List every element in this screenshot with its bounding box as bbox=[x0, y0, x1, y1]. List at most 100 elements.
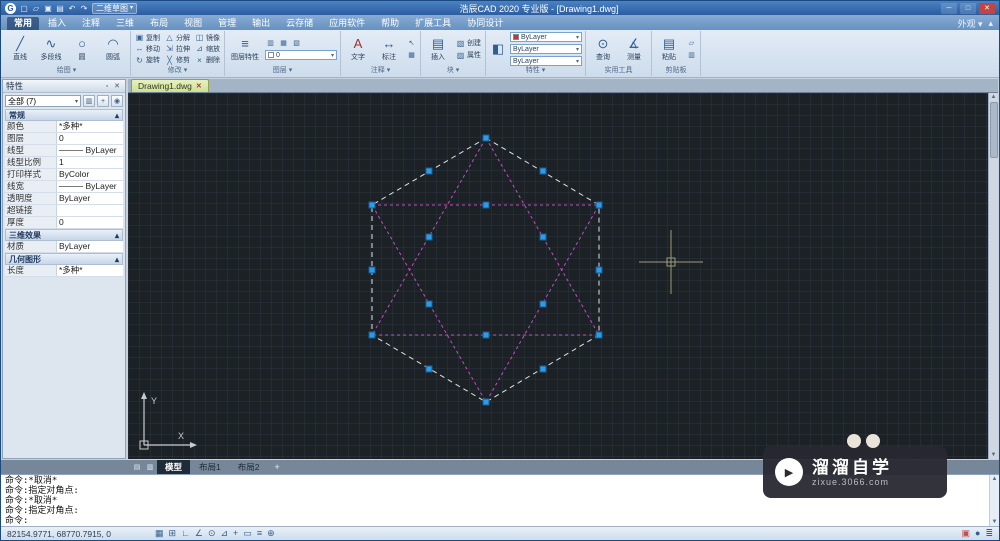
measure-button[interactable]: ∡ 测量 bbox=[620, 32, 648, 66]
stretch-button[interactable]: ⇲ 拉伸 bbox=[164, 43, 191, 54]
lineweight-control[interactable]: ByLayer ▾ bbox=[510, 56, 582, 66]
grip-handle[interactable] bbox=[539, 167, 547, 175]
grip-handle[interactable] bbox=[482, 134, 490, 142]
block-group-label[interactable]: 块 ▾ bbox=[424, 66, 482, 76]
selected-hexagon-polyline[interactable] bbox=[371, 137, 600, 403]
grip-handle[interactable] bbox=[425, 233, 433, 241]
scroll-down-icon[interactable]: ▼ bbox=[992, 519, 998, 525]
status-toggle-icon[interactable]: + bbox=[233, 528, 238, 539]
toggle-value-button[interactable]: ▥ bbox=[83, 95, 95, 107]
create-block-button[interactable]: ▧ 创建 bbox=[455, 38, 482, 48]
status-toggle-icon[interactable]: ⊿ bbox=[221, 528, 229, 539]
ribbon-tab[interactable]: 三维 bbox=[109, 17, 141, 30]
status-toggle-icon[interactable]: ⊕ bbox=[267, 528, 275, 539]
ribbon-tab[interactable]: 注释 bbox=[75, 17, 107, 30]
collapse-ribbon-icon[interactable]: ▴ bbox=[988, 18, 993, 29]
property-value[interactable]: ByLayer bbox=[57, 193, 123, 204]
star-triangle-up[interactable] bbox=[371, 136, 600, 336]
vertical-scrollbar[interactable]: ▲ ▼ bbox=[988, 93, 998, 459]
status-toggle-icon[interactable]: ▭ bbox=[243, 528, 252, 539]
utilities-group-label[interactable]: 实用工具 bbox=[589, 66, 648, 76]
property-value[interactable]: 1 bbox=[57, 157, 123, 168]
property-value[interactable]: ──── ByLayer bbox=[57, 181, 123, 192]
grip-handle[interactable] bbox=[368, 266, 376, 274]
line-button[interactable]: ╱ 直线 bbox=[6, 32, 34, 66]
grip-handle[interactable] bbox=[595, 331, 603, 339]
property-value[interactable]: *多种* bbox=[57, 265, 123, 276]
mirror-button[interactable]: ◫ 镜像 bbox=[194, 32, 221, 43]
ribbon-tab[interactable]: 输出 bbox=[245, 17, 277, 30]
layer-tool-icon[interactable]: ▦ bbox=[278, 38, 289, 48]
tab-layout2[interactable]: 布局2 bbox=[230, 460, 268, 474]
maximize-button[interactable]: □ bbox=[960, 2, 976, 14]
status-toggle-icon[interactable]: ⊙ bbox=[208, 528, 216, 539]
grip-handle[interactable] bbox=[482, 201, 490, 209]
property-value[interactable]: 0 bbox=[57, 217, 123, 228]
ribbon-tab[interactable]: 帮助 bbox=[374, 17, 406, 30]
property-value[interactable]: 0 bbox=[57, 133, 123, 144]
property-value[interactable]: *多种* bbox=[57, 121, 123, 132]
command-scrollbar[interactable]: ▲ ▼ bbox=[989, 475, 999, 526]
close-icon[interactable]: ✕ bbox=[112, 82, 122, 90]
dimension-button[interactable]: ↔ 标注 bbox=[375, 32, 403, 66]
grip-handle[interactable] bbox=[482, 331, 490, 339]
annotate-tool-icon[interactable]: ▦ bbox=[406, 50, 417, 60]
polyline-button[interactable]: ∿ 多段线 bbox=[37, 32, 65, 66]
close-button[interactable]: ✕ bbox=[979, 2, 995, 14]
text-button[interactable]: A 文字 bbox=[344, 32, 372, 66]
paste-button[interactable]: ▤ 粘贴 bbox=[655, 32, 683, 66]
property-row[interactable]: 超链接 bbox=[5, 205, 123, 217]
status-right-icon[interactable]: ● bbox=[975, 528, 980, 539]
scale-button[interactable]: ⊿ 缩放 bbox=[194, 43, 221, 54]
grip-handle[interactable] bbox=[595, 201, 603, 209]
ribbon-tab[interactable]: 管理 bbox=[211, 17, 243, 30]
ribbon-tab[interactable]: 插入 bbox=[41, 17, 73, 30]
color-control[interactable]: ByLayer ▾ bbox=[510, 32, 582, 42]
layer-tool-icon[interactable]: ▥ bbox=[265, 38, 276, 48]
circle-button[interactable]: ○ 圆 bbox=[68, 32, 96, 66]
ribbon-tab[interactable]: 应用软件 bbox=[322, 17, 372, 30]
annotate-tool-icon[interactable]: ↖ bbox=[406, 38, 417, 48]
pin-icon[interactable]: ▫ bbox=[102, 83, 112, 90]
property-row[interactable]: 线宽 ──── ByLayer bbox=[5, 181, 123, 193]
clipboard-group-label[interactable]: 剪贴板 bbox=[655, 66, 697, 76]
minimize-button[interactable]: ─ bbox=[941, 2, 957, 14]
status-toggle-icon[interactable]: ∠ bbox=[195, 528, 203, 539]
status-toggle-icon[interactable]: ≡ bbox=[257, 528, 262, 539]
document-tab[interactable]: Drawing1.dwg ✕ bbox=[131, 79, 209, 92]
quick-select-button[interactable]: + bbox=[97, 95, 109, 107]
quick-access-icon[interactable]: ↶ bbox=[67, 4, 77, 13]
trim-button[interactable]: ╳ 修剪 bbox=[164, 55, 191, 66]
grip-handle[interactable] bbox=[368, 201, 376, 209]
property-row[interactable]: 透明度 ByLayer bbox=[5, 193, 123, 205]
rotate-button[interactable]: ↻ 旋转 bbox=[134, 55, 161, 66]
section-general-header[interactable]: 常规 ▴ bbox=[5, 109, 123, 121]
scrollbar-thumb[interactable] bbox=[989, 102, 998, 158]
copy-button[interactable]: ▣ 复制 bbox=[134, 32, 161, 43]
property-value[interactable] bbox=[57, 205, 123, 216]
inquiry-button[interactable]: ⊙ 查询 bbox=[589, 32, 617, 66]
linetype-control[interactable]: ByLayer ▾ bbox=[510, 44, 582, 54]
property-row[interactable]: 线型 ──── ByLayer bbox=[5, 145, 123, 157]
modify-group-label[interactable]: 修改 ▾ bbox=[134, 66, 221, 76]
layout-nav-icon[interactable]: ▤ bbox=[131, 463, 143, 471]
grip-handle[interactable] bbox=[368, 331, 376, 339]
quick-access-icon[interactable]: ▤ bbox=[55, 4, 65, 13]
layout-nav-icon[interactable]: ▥ bbox=[144, 463, 156, 471]
drawing-canvas[interactable]: YX bbox=[128, 93, 988, 459]
property-row[interactable]: 颜色 *多种* bbox=[5, 121, 123, 133]
layer-select[interactable]: 0 ▾ bbox=[265, 50, 337, 60]
erase-button[interactable]: × 删除 bbox=[194, 55, 221, 66]
grip-handle[interactable] bbox=[425, 300, 433, 308]
grip-handle[interactable] bbox=[539, 300, 547, 308]
scroll-up-icon[interactable]: ▲ bbox=[991, 94, 997, 100]
ribbon-tab[interactable]: 云存储 bbox=[279, 17, 320, 30]
property-row[interactable]: 长度 *多种* bbox=[5, 265, 123, 277]
tab-layout1[interactable]: 布局1 bbox=[191, 460, 229, 474]
section-geometry-header[interactable]: 几何图形 ▴ bbox=[5, 253, 123, 265]
quick-access-icon[interactable]: ↷ bbox=[79, 4, 89, 13]
layer-properties-button[interactable]: ≡ 图层特性 bbox=[228, 32, 262, 66]
selection-filter-dropdown[interactable]: 全部 (7) ▾ bbox=[5, 95, 81, 107]
properties-group-label[interactable]: 特性 ▾ bbox=[489, 66, 582, 76]
layer-group-label[interactable]: 图层 ▾ bbox=[228, 66, 337, 76]
